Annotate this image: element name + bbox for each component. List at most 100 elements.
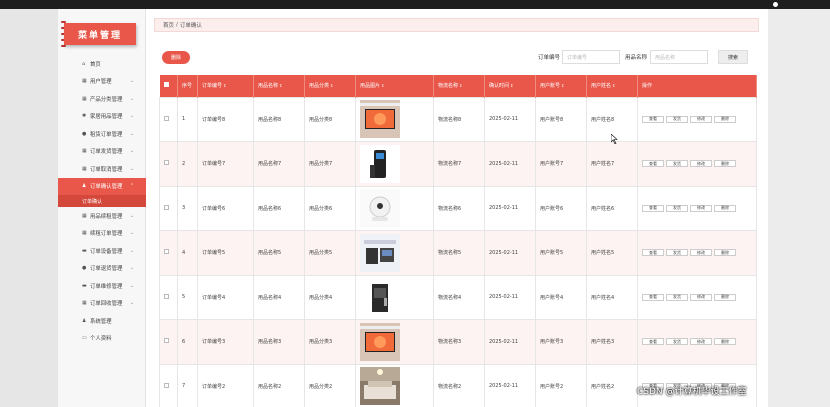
bedroom-image[interactable] xyxy=(360,367,400,406)
edit-button[interactable]: 修改 xyxy=(690,249,712,257)
cell-category: 用品分类3 xyxy=(304,319,356,365)
sidebar-item[interactable]: ♟ 系统管理 xyxy=(58,312,146,330)
sidebar-subitem-active[interactable]: 订单确认 xyxy=(58,195,146,207)
product-image-cell xyxy=(355,274,434,320)
edit-button[interactable]: 修改 xyxy=(690,115,712,123)
cell-no: 4 xyxy=(177,230,198,276)
chevron-down-icon: ⌄ xyxy=(129,212,134,219)
cell-account: 用户账号4 xyxy=(535,274,587,320)
ship-button[interactable]: 发货 xyxy=(666,204,688,212)
order-no-input[interactable]: 订单编号 xyxy=(562,50,620,64)
edit-button[interactable]: 修改 xyxy=(690,338,712,346)
cell-time: 2025-02-11 xyxy=(484,363,536,407)
view-button[interactable]: 查看 xyxy=(642,204,664,212)
sidebar-item[interactable]: ⌂ 首页 xyxy=(58,55,146,73)
lock-image[interactable] xyxy=(360,278,400,317)
column-header[interactable]: 用品图片⇕ xyxy=(355,75,434,97)
sidebar-item[interactable]: ▦ 订单发货管理 ⌄ xyxy=(58,143,146,161)
row-actions: 查看 发货 修改 删除 xyxy=(637,319,757,365)
sidebar-item[interactable]: ▦ 用户管理 ⌄ xyxy=(58,73,146,91)
view-button[interactable]: 查看 xyxy=(642,160,664,168)
product-image-cell xyxy=(355,185,434,231)
cell-logistics: 物流名称7 xyxy=(433,141,485,187)
sidebar-item[interactable]: ● 租赁订单管理 ⌄ xyxy=(58,125,146,143)
sidebar-item[interactable]: ▦ 订单取消管理 ⌄ xyxy=(58,160,146,178)
sidebar-item[interactable]: ▭ 个人资料 xyxy=(58,330,146,348)
edit-button[interactable]: 修改 xyxy=(690,293,712,301)
row-checkbox[interactable] xyxy=(159,319,178,365)
chevron-down-icon: ⌄ xyxy=(129,148,134,155)
sidebar-item[interactable]: ▦ 产品分类管理 ⌄ xyxy=(58,90,146,108)
cell-category: 用品分类7 xyxy=(304,141,356,187)
grid-icon: ▦ xyxy=(82,300,87,307)
sort-icon[interactable]: ⇕ xyxy=(330,83,333,88)
grid-icon: ▦ xyxy=(82,95,87,102)
sort-icon[interactable]: ⇕ xyxy=(612,83,615,88)
cell-product-name: 用品名称6 xyxy=(253,185,305,231)
cell-order-no: 订单编号6 xyxy=(197,185,254,231)
row-checkbox[interactable] xyxy=(159,185,178,231)
ship-button[interactable]: 发货 xyxy=(666,338,688,346)
edit-button[interactable]: 修改 xyxy=(690,204,712,212)
sort-icon[interactable]: ⇕ xyxy=(279,83,282,88)
row-checkbox[interactable] xyxy=(159,141,178,187)
delete-row-button[interactable]: 删除 xyxy=(714,338,736,346)
product-name-input[interactable]: 用品名称 xyxy=(650,50,708,64)
row-checkbox[interactable] xyxy=(159,230,178,276)
sidebar-item[interactable]: ▦ 续租订单管理 ⌄ xyxy=(58,225,146,243)
sort-icon[interactable]: ⇕ xyxy=(459,83,462,88)
sort-icon[interactable]: ⇕ xyxy=(510,83,513,88)
sidebar-item[interactable]: ▦ 用品续租管理 ⌄ xyxy=(58,207,146,225)
edit-button[interactable]: 修改 xyxy=(690,160,712,168)
chevron-down-icon: ⌄ xyxy=(129,247,134,254)
sidebar-item[interactable]: ▦ 订单回收管理 ⌄ xyxy=(58,295,146,313)
delete-row-button[interactable]: 删除 xyxy=(714,160,736,168)
ship-button[interactable]: 发货 xyxy=(666,293,688,301)
devices-image[interactable] xyxy=(360,233,400,272)
ship-button[interactable]: 发货 xyxy=(666,160,688,168)
sort-icon[interactable]: ⇕ xyxy=(223,83,226,88)
tv-image[interactable] xyxy=(360,322,400,361)
sort-icon[interactable]: ⇕ xyxy=(381,83,384,88)
row-checkbox[interactable] xyxy=(159,363,178,407)
column-header[interactable]: 用品分类⇕ xyxy=(304,75,356,97)
chevron-down-icon: ⌄ xyxy=(129,282,134,289)
column-header[interactable]: 用户姓名⇕ xyxy=(586,75,638,97)
column-header[interactable]: 确认时间⇕ xyxy=(484,75,536,97)
delete-row-button[interactable]: 删除 xyxy=(714,115,736,123)
sidebar-item[interactable]: ▬ 订单设备管理 ⌄ xyxy=(58,242,146,260)
column-header[interactable]: 用品名称⇕ xyxy=(253,75,305,97)
search-button[interactable]: 搜索 xyxy=(718,50,748,64)
sort-icon[interactable]: ⇕ xyxy=(561,83,564,88)
column-header[interactable]: 用户账号⇕ xyxy=(535,75,587,97)
row-actions: 查看 发货 修改 删除 xyxy=(637,185,757,231)
sidebar-item[interactable]: ● 订单退货管理 ⌄ xyxy=(58,260,146,278)
select-all-checkbox[interactable] xyxy=(159,75,178,97)
column-header[interactable]: 物流名称⇕ xyxy=(433,75,485,97)
tv-image[interactable] xyxy=(360,100,400,139)
row-checkbox[interactable] xyxy=(159,96,178,142)
speaker-image[interactable] xyxy=(360,144,400,183)
view-button[interactable]: 查看 xyxy=(642,249,664,257)
delete-row-button[interactable]: 删除 xyxy=(714,204,736,212)
delete-row-button[interactable]: 删除 xyxy=(714,293,736,301)
sidebar-item[interactable]: ✱ 家居用品管理 ⌄ xyxy=(58,108,146,126)
sidebar-item[interactable]: ▬ 订单维修管理 ⌄ xyxy=(58,277,146,295)
breadcrumb-home[interactable]: 首页 xyxy=(163,21,174,29)
sidebar: 菜单管理 ⌂ 首页 ▦ 用户管理 ⌄ ▦ 产品分类管理 ⌄ ✱ 家居用品管理 ⌄ ● 租赁订单管理 ⌄ ▦ 订… xyxy=(58,9,146,407)
view-button[interactable]: 查看 xyxy=(642,293,664,301)
cell-category: 用品分类6 xyxy=(304,185,356,231)
delete-button[interactable]: 删除 xyxy=(162,51,190,64)
view-button[interactable]: 查看 xyxy=(642,115,664,123)
sidebar-item[interactable]: ♟ 订单确认管理 ⌃ xyxy=(58,177,146,195)
camera-image[interactable] xyxy=(360,189,400,228)
cell-time: 2025-02-11 xyxy=(484,141,536,187)
column-header-label: 物流名称 xyxy=(438,83,459,90)
ship-button[interactable]: 发货 xyxy=(666,115,688,123)
chevron-down-icon: ⌄ xyxy=(129,230,134,237)
column-header[interactable]: 订单编号⇕ xyxy=(197,75,254,97)
ship-button[interactable]: 发货 xyxy=(666,249,688,257)
view-button[interactable]: 查看 xyxy=(642,338,664,346)
delete-row-button[interactable]: 删除 xyxy=(714,249,736,257)
row-checkbox[interactable] xyxy=(159,274,178,320)
